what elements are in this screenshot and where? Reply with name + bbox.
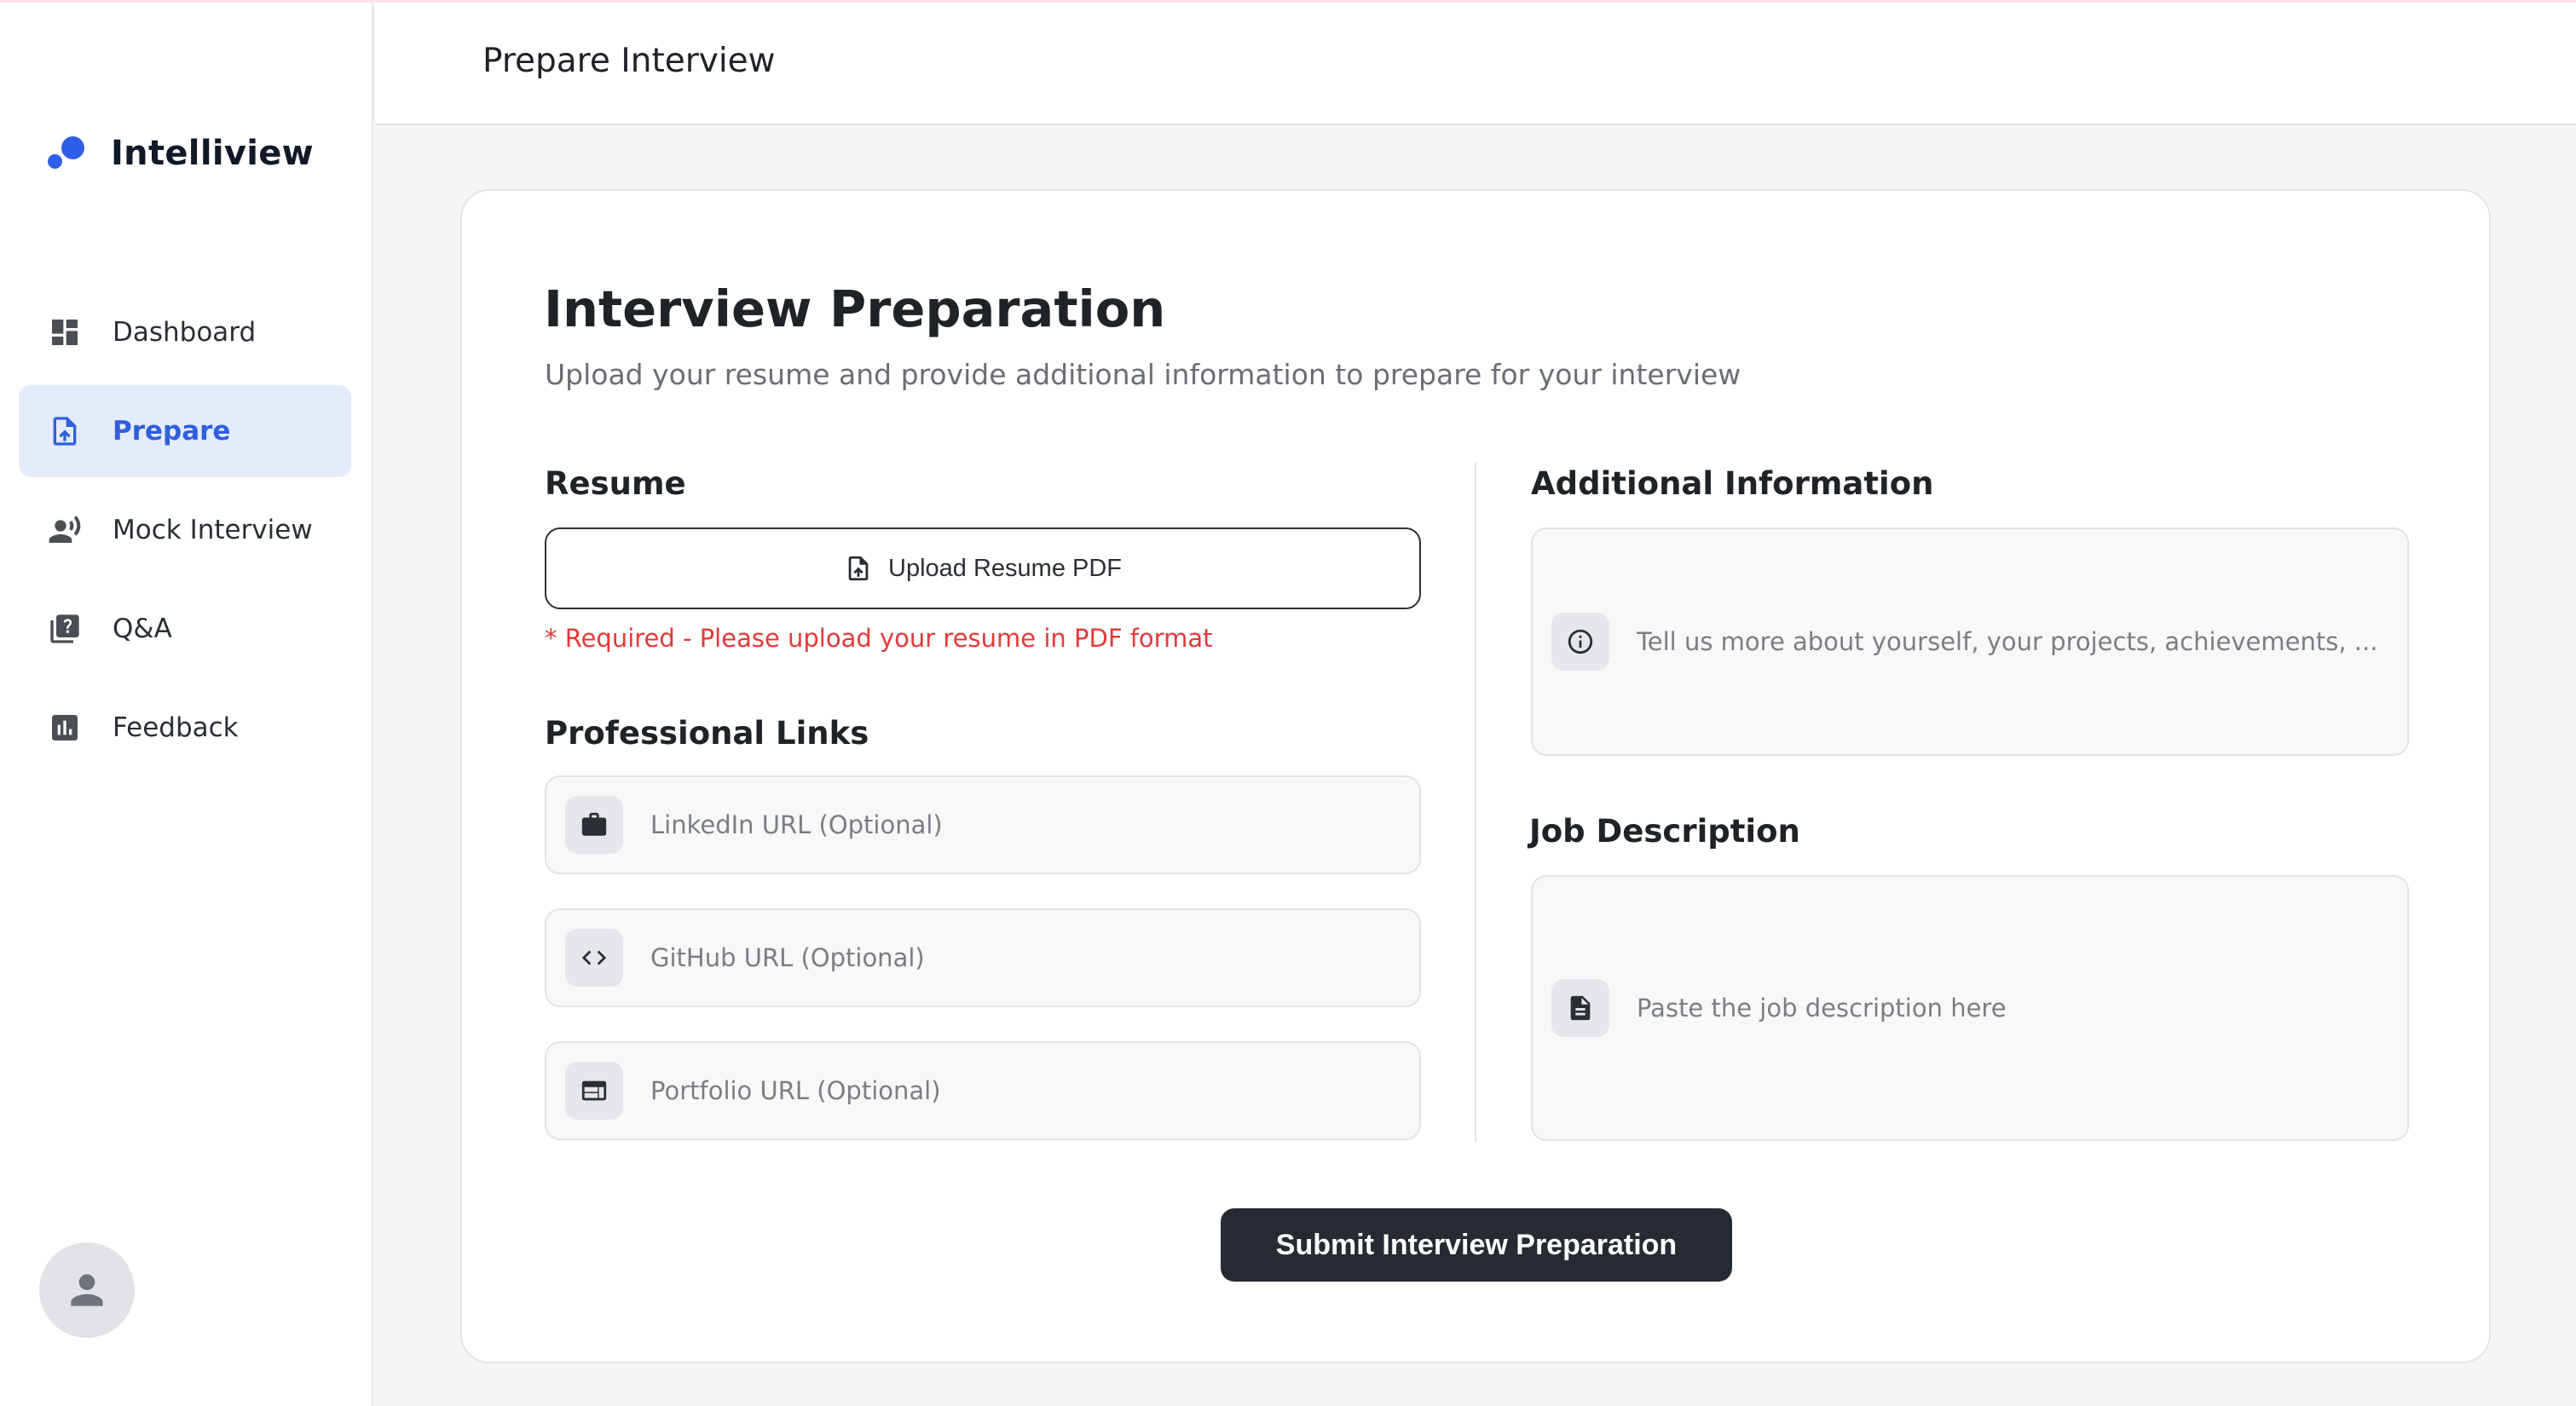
portfolio-field[interactable] [545,1041,1421,1140]
sidebar-item-dashboard[interactable]: Dashboard [19,286,351,378]
user-icon [71,1274,103,1306]
info-icon [1551,613,1609,671]
additional-information-field[interactable] [1531,527,2409,756]
job-description-input[interactable] [1637,991,2407,1025]
sidebar-item-qa[interactable]: Q&A [19,583,351,675]
sidebar-item-label: Prepare [113,416,231,447]
preparation-card: Interview Preparation Upload your resume… [460,189,2491,1363]
sidebar-item-label: Mock Interview [113,515,313,545]
sidebar-item-label: Feedback [113,712,239,743]
document-icon [1551,979,1609,1037]
additional-information-label: Additional Information [1531,465,1934,502]
resume-label: Resume [545,465,686,502]
job-description-field[interactable] [1531,875,2409,1141]
submit-button-label: Submit Interview Preparation [1275,1228,1678,1261]
upload-file-icon [848,556,869,581]
sidebar: Intelliview Dashboard Prepare Mock Inter… [0,0,373,1406]
bar-chart-icon [48,711,82,745]
sidebar-item-mock-interview[interactable]: Mock Interview [19,484,351,576]
code-icon [565,929,623,987]
speaking-person-icon [48,513,82,547]
sidebar-nav: Dashboard Prepare Mock Interview Q&A Fee… [19,286,351,781]
top-accent-line [0,0,2576,3]
linkedin-url-input[interactable] [650,810,1419,839]
brand-logo-icon [44,132,87,175]
page-title: Prepare Interview [482,42,776,80]
card-title: Interview Preparation [544,279,1166,338]
briefcase-icon [565,796,623,854]
resume-required-note: * Required - Please upload your resume i… [545,624,1213,653]
top-header: Prepare Interview [375,3,2576,125]
professional-links-label: Professional Links [545,715,869,752]
brand-name: Intelliview [111,134,314,173]
submit-button[interactable]: Submit Interview Preparation [1221,1208,1732,1282]
card-subtitle: Upload your resume and provide additiona… [545,358,1741,391]
brand[interactable]: Intelliview [44,130,314,177]
github-url-input[interactable] [650,943,1419,972]
sidebar-item-label: Q&A [113,614,172,644]
upload-resume-label: Upload Resume PDF [888,554,1122,582]
web-icon [565,1062,623,1120]
sidebar-item-label: Dashboard [113,317,257,348]
column-divider [1475,462,1476,1142]
dashboard-icon [48,315,82,349]
sidebar-item-prepare[interactable]: Prepare [19,385,351,477]
upload-file-icon [48,414,82,448]
question-icon [48,612,82,646]
avatar[interactable] [39,1242,135,1338]
additional-information-input[interactable] [1637,625,2407,659]
upload-resume-button[interactable]: Upload Resume PDF [545,527,1421,609]
portfolio-url-input[interactable] [650,1076,1419,1105]
github-field[interactable] [545,908,1421,1007]
linkedin-field[interactable] [545,775,1421,874]
job-description-label: Job Description [1529,813,1800,850]
sidebar-item-feedback[interactable]: Feedback [19,682,351,774]
